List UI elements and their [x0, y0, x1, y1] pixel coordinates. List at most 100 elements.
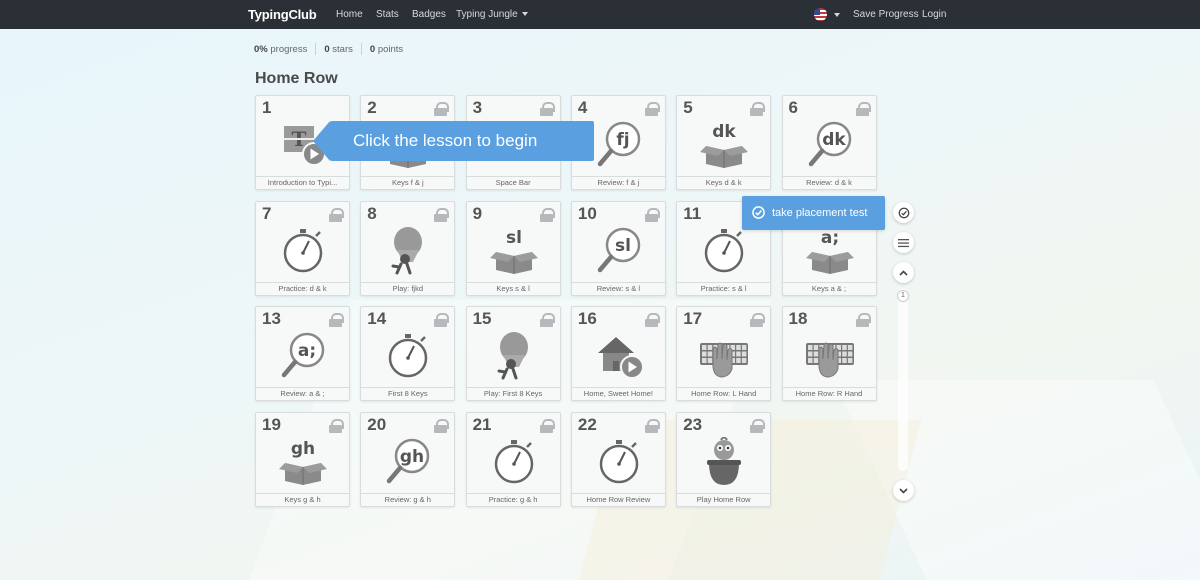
stars-label: stars [332, 43, 353, 55]
brand-logo[interactable]: TypingClub [248, 7, 317, 22]
magnifier-icon: gh [387, 438, 430, 483]
divider [315, 43, 317, 55]
nav-stats[interactable]: Stats [376, 9, 399, 20]
chevron-down-icon[interactable] [834, 13, 840, 17]
lesson-number: 5 [683, 98, 693, 117]
lesson-card-8[interactable]: 8 Play: fjkd [360, 200, 456, 296]
lock-icon [644, 418, 660, 433]
lock-icon [434, 313, 450, 327]
lesson-label: Practice: g & h [466, 492, 560, 506]
lesson-card-9[interactable]: 9 sl Keys s & l [465, 200, 561, 296]
lesson-card-7[interactable]: 7 Practice: d & k [255, 200, 350, 296]
lesson-label: Space Bar [466, 176, 560, 189]
lesson-label: Review: f & j [571, 176, 665, 189]
lock-icon [539, 418, 555, 433]
chevron-down-icon [899, 487, 908, 494]
lesson-card-15[interactable]: 15 Play: First 8 Keys [465, 306, 561, 401]
scroll-down-button[interactable] [893, 480, 914, 501]
us-flag-icon[interactable] [814, 8, 827, 21]
lesson-card-18[interactable]: 18 Home Row: R Hand [781, 306, 877, 401]
lock-icon [434, 418, 450, 433]
lesson-number: 6 [788, 98, 798, 117]
lesson-label: First 8 Keys [361, 387, 455, 400]
keys-box-icon: dk [700, 122, 749, 168]
lesson-card-13[interactable]: 13 a; Review: a & ; [255, 306, 350, 401]
lesson-card-14[interactable]: 14 First 8 Keys [360, 306, 456, 401]
balloon-game-icon [497, 332, 528, 380]
lock-icon [539, 207, 555, 222]
lesson-card-10[interactable]: 10 sl Review: s & l [570, 200, 666, 296]
lesson-label: Review: g & h [361, 492, 455, 506]
lesson-number: 17 [683, 309, 703, 328]
lock-icon [434, 207, 450, 222]
lesson-number: 22 [577, 414, 597, 434]
check-circle-icon [898, 207, 909, 218]
points-label: points [377, 43, 404, 55]
svg-text:gh: gh [400, 447, 424, 467]
lesson-card-22[interactable]: 22 Home Row Review [570, 411, 666, 507]
stopwatch-icon [704, 228, 744, 272]
lesson-label: Keys a & ; [782, 281, 876, 295]
placement-test-side-button[interactable] [893, 202, 914, 223]
jar-character-icon [707, 436, 742, 485]
lesson-card-5[interactable]: 5 dk Keys d & k [676, 95, 772, 190]
svg-text:fj: fj [616, 130, 629, 150]
stars-value: 0 [324, 43, 330, 55]
lesson-card-6[interactable]: 6 dk Review: d & k [781, 95, 877, 190]
lesson-card-16[interactable]: 16 Home, Sweet Home! [570, 306, 666, 401]
keys-box-icon: sl [489, 228, 538, 274]
check-circle-icon [752, 206, 765, 219]
lesson-number: 2 [367, 98, 377, 117]
menu-icon [898, 238, 909, 247]
magnifier-icon: fj [597, 121, 641, 167]
svg-text:gh: gh [291, 439, 315, 459]
chevron-down-icon [521, 12, 528, 17]
scrollbar-track[interactable] [898, 289, 908, 471]
lesson-number: 8 [367, 203, 377, 223]
begin-lesson-callout: Click the lesson to begin [313, 121, 594, 161]
login-link[interactable]: Login [922, 9, 946, 20]
svg-text:dk: dk [822, 130, 846, 150]
nav-typing-jungle[interactable]: Typing Jungle [456, 9, 528, 20]
lesson-card-17[interactable]: 17 Home Row: L Hand [676, 306, 772, 401]
magnifier-icon: sl [597, 227, 641, 272]
lesson-label: Home Row Review [571, 492, 665, 506]
lock-icon [855, 102, 871, 116]
lock-icon [644, 102, 660, 116]
keyboard-hand-icon [700, 342, 749, 378]
balloon-game-icon [391, 226, 423, 274]
lesson-card-20[interactable]: 20 gh Review: g & h [360, 411, 456, 507]
lesson-number: 21 [472, 414, 492, 434]
menu-button[interactable] [893, 232, 914, 253]
lesson-label: Play: fjkd [361, 281, 455, 295]
stopwatch-icon [599, 439, 639, 483]
lock-icon [434, 102, 450, 116]
nav-badges[interactable]: Badges [412, 9, 446, 20]
keys-box-icon: gh [279, 439, 327, 485]
nav-home[interactable]: Home [336, 9, 363, 20]
top-navbar: TypingClub Home Stats Badges Typing Jung… [0, 0, 1200, 29]
keyboard-hand-icon [805, 342, 854, 378]
save-progress-link[interactable]: Save Progress [853, 9, 919, 20]
placement-test-button[interactable]: take placement test [742, 196, 885, 230]
lesson-number: 11 [683, 203, 702, 223]
lesson-number: 7 [262, 203, 272, 223]
stopwatch-icon [283, 228, 323, 272]
lesson-number: 19 [262, 414, 281, 434]
points-value: 0 [369, 43, 376, 55]
lock-icon [644, 313, 660, 327]
lesson-number: 20 [367, 414, 387, 434]
lesson-card-21[interactable]: 21 Practice: g & h [465, 411, 561, 507]
lesson-label: Home, Sweet Home! [571, 387, 665, 400]
lesson-label: Home Row: L Hand [677, 387, 771, 400]
scroll-up-button[interactable] [893, 262, 914, 283]
progress-value: 0% [254, 43, 268, 55]
nav-typing-jungle-label: Typing Jungle [456, 9, 518, 20]
svg-text:a;: a; [820, 228, 838, 248]
lesson-card-23[interactable]: 23 Play Home Row [676, 411, 772, 507]
lesson-number: 16 [577, 309, 597, 328]
lesson-label: Introduction to Typi... [256, 176, 349, 189]
page-indicator: 1 [897, 290, 909, 302]
lesson-card-19[interactable]: 19 gh Keys g & h [255, 411, 350, 507]
svg-text:dk: dk [712, 122, 736, 142]
